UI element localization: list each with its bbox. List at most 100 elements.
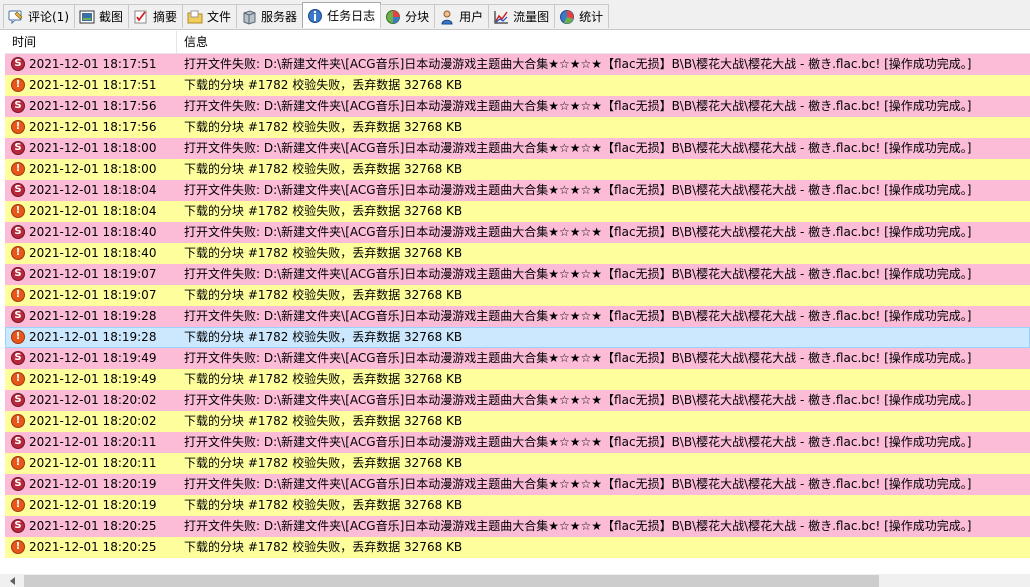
log-time: 2021-12-01 18:17:56 [29,120,157,134]
tab-label: 任务日志 [327,9,376,23]
log-time: 2021-12-01 18:20:25 [29,540,157,554]
log-row-warning[interactable]: ! 2021-12-01 18:19:07 下载的分块 #1782 校验失败，丢弃数… [5,285,1030,306]
log-message: 下载的分块 #1782 校验失败，丢弃数据 32768 KB [184,162,463,176]
tab-chunks[interactable]: 分块 [380,4,436,28]
log-message: 下载的分块 #1782 校验失败，丢弃数据 32768 KB [184,120,463,134]
log-time: 2021-12-01 18:19:28 [29,309,157,323]
tab-summary[interactable]: 摘要 [128,4,184,28]
log-message: 下载的分块 #1782 校验失败，丢弃数据 32768 KB [184,498,463,512]
tab-label: 统计 [579,10,604,24]
log-row-error[interactable]: S 2021-12-01 18:17:51 打开文件失败: D:\新建文件夹\[AC… [5,54,1030,75]
warning-icon: ! [11,498,25,512]
error-icon: S [11,225,25,239]
tab-label: 分块 [405,10,430,24]
log-time: 2021-12-01 18:20:19 [29,477,157,491]
scroll-left-arrow-icon[interactable] [10,577,15,585]
log-message: 下载的分块 #1782 校验失败，丢弃数据 32768 KB [184,78,463,92]
warning-icon: ! [11,330,25,344]
log-time: 2021-12-01 18:18:40 [29,225,157,239]
log-row-error[interactable]: S 2021-12-01 18:19:49 打开文件失败: D:\新建文件夹\[AC… [5,348,1030,369]
tab-users[interactable]: 用户 [434,4,490,28]
log-time: 2021-12-01 18:19:07 [29,288,157,302]
log-time: 2021-12-01 18:20:02 [29,393,157,407]
log-time: 2021-12-01 18:18:00 [29,141,157,155]
log-time: 2021-12-01 18:20:25 [29,519,157,533]
log-message: 打开文件失败: D:\新建文件夹\[ACG音乐]日本动漫游戏主题曲大合集★☆★☆… [184,141,972,155]
log-row-error[interactable]: S 2021-12-01 18:17:56 打开文件失败: D:\新建文件夹\[AC… [5,96,1030,117]
log-time: 2021-12-01 18:18:04 [29,183,157,197]
warning-icon: ! [11,78,25,92]
tab-label: 评论(1) [28,10,69,24]
tab-bar: 评论(1) 截图 摘要 文件 服务器 任务日志 分块 用户 流量图 统计 [0,0,1030,30]
log-row-error[interactable]: S 2021-12-01 18:19:28 打开文件失败: D:\新建文件夹\[AC… [5,306,1030,327]
warning-icon: ! [11,372,25,386]
log-row-warning[interactable]: ! 2021-12-01 18:20:11 下载的分块 #1782 校验失败，丢弃数… [5,453,1030,474]
scrollbar-thumb[interactable] [24,575,879,587]
warning-icon: ! [11,414,25,428]
log-message: 打开文件失败: D:\新建文件夹\[ACG音乐]日本动漫游戏主题曲大合集★☆★☆… [184,393,972,407]
log-row-error[interactable]: S 2021-12-01 18:18:40 打开文件失败: D:\新建文件夹\[AC… [5,222,1030,243]
tab-label: 摘要 [153,10,178,24]
log-message: 打开文件失败: D:\新建文件夹\[ACG音乐]日本动漫游戏主题曲大合集★☆★☆… [184,477,972,491]
file-icon [187,9,203,25]
log-message: 下载的分块 #1782 校验失败，丢弃数据 32768 KB [184,288,463,302]
log-row-warning[interactable]: ! 2021-12-01 18:17:56 下载的分块 #1782 校验失败，丢弃数… [5,117,1030,138]
log-row-warning[interactable]: ! 2021-12-01 18:17:51 下载的分块 #1782 校验失败，丢弃数… [5,75,1030,96]
warning-icon: ! [11,246,25,260]
log-message: 下载的分块 #1782 校验失败，丢弃数据 32768 KB [184,204,463,218]
screenshot-icon [79,9,95,25]
horizontal-scrollbar[interactable] [0,574,1030,587]
log-row-warning[interactable]: ! 2021-12-01 18:20:25 下载的分块 #1782 校验失败，丢弃数… [5,537,1030,558]
tab-files[interactable]: 文件 [182,4,238,28]
log-row-error[interactable]: S 2021-12-01 18:20:02 打开文件失败: D:\新建文件夹\[AC… [5,390,1030,411]
log-row-warning[interactable]: ! 2021-12-01 18:19:49 下载的分块 #1782 校验失败，丢弃数… [5,369,1030,390]
log-message: 打开文件失败: D:\新建文件夹\[ACG音乐]日本动漫游戏主题曲大合集★☆★☆… [184,183,972,197]
tab-servers[interactable]: 服务器 [236,4,304,28]
log-message: 打开文件失败: D:\新建文件夹\[ACG音乐]日本动漫游戏主题曲大合集★☆★☆… [184,57,972,71]
log-row-error[interactable]: S 2021-12-01 18:20:19 打开文件失败: D:\新建文件夹\[AC… [5,474,1030,495]
log-row-error[interactable]: S 2021-12-01 18:18:04 打开文件失败: D:\新建文件夹\[AC… [5,180,1030,201]
chunk-icon [385,9,401,25]
log-time: 2021-12-01 18:17:51 [29,57,157,71]
task-log-list[interactable]: 时间 信息 S 2021-12-01 18:17:51 打开文件失败: D:\新建文… [5,31,1030,574]
log-message: 下载的分块 #1782 校验失败，丢弃数据 32768 KB [184,414,463,428]
log-row-warning[interactable]: ! 2021-12-01 18:18:00 下载的分块 #1782 校验失败，丢弃数… [5,159,1030,180]
tab-statistics[interactable]: 统计 [554,4,610,28]
log-row-error[interactable]: S 2021-12-01 18:20:25 打开文件失败: D:\新建文件夹\[AC… [5,516,1030,537]
log-time: 2021-12-01 18:19:49 [29,351,157,365]
error-icon: S [11,183,25,197]
tab-strip: 评论(1) 截图 摘要 文件 服务器 任务日志 分块 用户 流量图 统计 [3,2,610,29]
tab-label: 服务器 [261,10,298,24]
log-message: 打开文件失败: D:\新建文件夹\[ACG音乐]日本动漫游戏主题曲大合集★☆★☆… [184,309,972,323]
log-row-warning[interactable]: ! 2021-12-01 18:19:28 下载的分块 #1782 校验失败，丢弃数… [5,327,1030,348]
traffic-chart-icon [493,9,509,25]
log-row-warning[interactable]: ! 2021-12-01 18:18:04 下载的分块 #1782 校验失败，丢弃数… [5,201,1030,222]
log-message: 下载的分块 #1782 校验失败，丢弃数据 32768 KB [184,456,463,470]
tab-screenshot[interactable]: 截图 [74,4,130,28]
log-message: 打开文件失败: D:\新建文件夹\[ACG音乐]日本动漫游戏主题曲大合集★☆★☆… [184,225,972,239]
log-row-warning[interactable]: ! 2021-12-01 18:18:40 下载的分块 #1782 校验失败，丢弃数… [5,243,1030,264]
log-time: 2021-12-01 18:20:11 [29,456,157,470]
log-row-error[interactable]: S 2021-12-01 18:20:11 打开文件失败: D:\新建文件夹\[AC… [5,432,1030,453]
column-header-info[interactable]: 信息 [177,31,1030,53]
comment-icon [8,9,24,25]
statistics-icon [559,9,575,25]
log-time: 2021-12-01 18:19:28 [29,330,157,344]
tab-task-log[interactable]: 任务日志 [302,2,382,28]
error-icon: S [11,435,25,449]
log-message: 下载的分块 #1782 校验失败，丢弃数据 32768 KB [184,540,463,554]
error-icon: S [11,393,25,407]
log-row-error[interactable]: S 2021-12-01 18:18:00 打开文件失败: D:\新建文件夹\[AC… [5,138,1030,159]
column-header-time[interactable]: 时间 [5,31,177,53]
log-time: 2021-12-01 18:20:11 [29,435,157,449]
log-row-warning[interactable]: ! 2021-12-01 18:20:02 下载的分块 #1782 校验失败，丢弃数… [5,411,1030,432]
tab-comments[interactable]: 评论(1) [3,4,75,28]
warning-icon: ! [11,456,25,470]
log-row-error[interactable]: S 2021-12-01 18:19:07 打开文件失败: D:\新建文件夹\[AC… [5,264,1030,285]
log-time: 2021-12-01 18:18:40 [29,246,157,260]
error-icon: S [11,309,25,323]
warning-icon: ! [11,120,25,134]
tab-label: 流量图 [513,10,550,24]
log-row-warning[interactable]: ! 2021-12-01 18:20:19 下载的分块 #1782 校验失败，丢弃数… [5,495,1030,516]
tab-traffic-chart[interactable]: 流量图 [488,4,556,28]
